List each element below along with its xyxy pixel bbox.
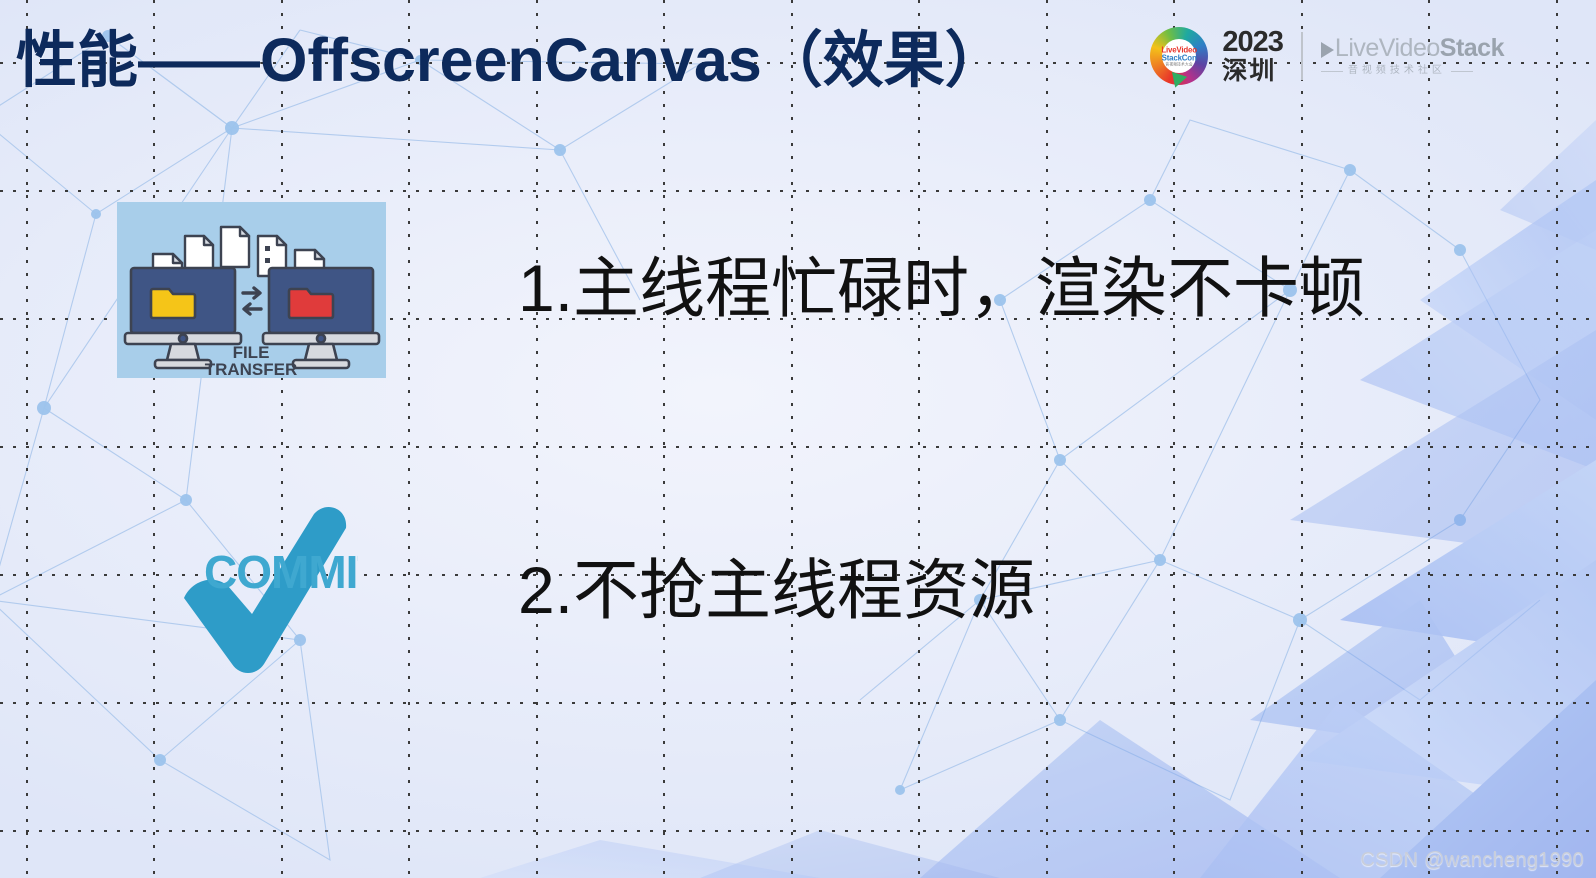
guide-line-vertical <box>918 0 920 878</box>
csdn-watermark: CSDN @wancheng1990 <box>1360 849 1584 871</box>
livevideostack-wordmark: LiveVideoStack 音视频技术社区 <box>1320 34 1505 76</box>
header-logo: LiveVideo StackCon 音视频技术大会 2023 深圳 LiveV… <box>1150 26 1505 86</box>
guide-line-vertical <box>536 0 538 878</box>
badge-line-3: 音视频技术大会 <box>1165 61 1194 67</box>
guide-line-vertical <box>1173 0 1175 878</box>
wordmark-light: LiveVideo <box>1334 34 1440 62</box>
guide-line-vertical <box>1556 0 1558 878</box>
event-city: 深圳 <box>1222 57 1277 85</box>
commit-check-graphic: COMMIT <box>184 506 386 673</box>
file-transfer-graphic: FILE TRANSFER <box>123 225 381 379</box>
page-title: 性能——OffscreenCanvas（效果） <box>16 26 1006 94</box>
bullet-line-1: 1.主线程忙碌时，渲染不卡顿 <box>518 251 1366 325</box>
wordmark-bold: Stack <box>1439 34 1505 62</box>
wordmark-subtitle: 音视频技术社区 <box>1347 65 1446 76</box>
guide-line-horizontal <box>0 190 1596 192</box>
slide-canvas: 性能——OffscreenCanvas（效果） LiveVideo StackC… <box>0 0 1596 878</box>
wordmark-rule-left <box>1320 70 1343 72</box>
play-triangle-icon <box>1320 42 1334 58</box>
guide-line-horizontal <box>0 702 1596 704</box>
livevideostackcon-badge-icon: LiveVideo StackCon 音视频技术大会 <box>1150 27 1209 85</box>
commit-label: COMMIT <box>204 546 358 598</box>
guide-line-vertical <box>1046 0 1048 878</box>
file-transfer-caption-2: TRANSFER <box>205 360 298 378</box>
guide-line-vertical <box>281 0 283 878</box>
guide-line-horizontal <box>0 446 1596 448</box>
badge-line-2: StackCon <box>1161 52 1197 63</box>
guide-line-vertical <box>408 0 410 878</box>
guide-line-vertical <box>1301 0 1303 878</box>
event-year: 2023 <box>1222 26 1284 58</box>
guide-line-vertical <box>1428 0 1430 878</box>
guide-line-vertical <box>663 0 665 878</box>
wordmark-rule-right <box>1450 70 1473 72</box>
guide-line-vertical <box>791 0 793 878</box>
guide-line-vertical <box>153 0 155 878</box>
logo-divider <box>1300 32 1303 80</box>
background-decoration <box>0 29 1596 878</box>
guide-line-vertical <box>26 0 28 878</box>
bullet-line-2: 2.不抢主线程资源 <box>518 553 1036 627</box>
commit-logo-image: COMMIT <box>178 502 386 674</box>
file-transfer-image: FILE TRANSFER <box>117 202 386 379</box>
event-year-city: 2023 深圳 <box>1222 26 1284 85</box>
guide-line-horizontal <box>0 830 1596 832</box>
